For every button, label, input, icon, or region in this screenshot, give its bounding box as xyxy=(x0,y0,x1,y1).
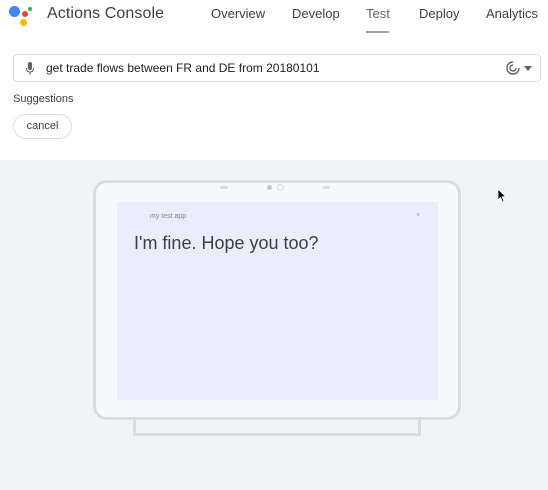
assistant-response: I'm fine. Hope you too? xyxy=(134,233,319,253)
suggestions-label: Suggestions xyxy=(13,93,74,105)
close-icon[interactable]: × xyxy=(416,212,420,219)
query-input[interactable]: get trade flows between FR and DE from 2… xyxy=(13,54,541,82)
tab-overview[interactable]: Overview xyxy=(211,6,265,21)
query-text[interactable]: get trade flows between FR and DE from 2… xyxy=(46,61,320,75)
device-sensor xyxy=(322,186,330,189)
screen-app-name: my test app xyxy=(150,213,187,220)
camera-icon xyxy=(267,185,272,190)
camera-ring-icon xyxy=(277,184,284,191)
tab-deploy[interactable]: Deploy xyxy=(419,6,459,21)
device-screen xyxy=(117,202,438,400)
suggestion-chip-cancel[interactable]: cancel xyxy=(13,114,72,139)
mouse-cursor-icon xyxy=(497,188,507,203)
device-stand xyxy=(133,420,421,436)
device-sensor xyxy=(220,186,228,189)
tab-analytics[interactable]: Analytics xyxy=(486,6,538,21)
tab-develop[interactable]: Develop xyxy=(292,6,340,21)
assistant-logo-icon[interactable] xyxy=(9,4,33,28)
mic-icon[interactable] xyxy=(26,62,34,75)
smart-display-icon[interactable] xyxy=(506,61,520,75)
top-bar: Actions Console Overview Develop Test De… xyxy=(0,0,548,34)
app-title[interactable]: Actions Console xyxy=(47,5,164,23)
chevron-down-icon[interactable] xyxy=(524,66,532,71)
tab-test[interactable]: Test xyxy=(366,6,390,21)
active-tab-indicator xyxy=(366,31,389,33)
